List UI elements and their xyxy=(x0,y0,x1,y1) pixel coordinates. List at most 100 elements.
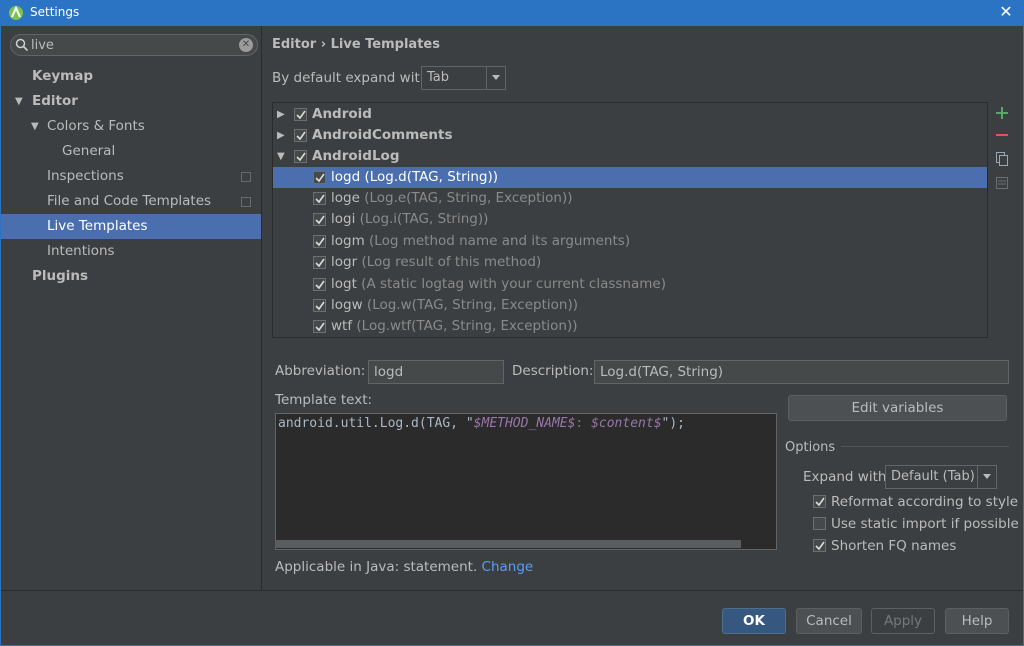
expand-arrow-icon[interactable]: ▼ xyxy=(277,146,285,167)
template-desc: (A static logtag with your current class… xyxy=(361,276,666,292)
abbreviation-field[interactable]: logd xyxy=(368,360,504,384)
editor-scrollbar[interactable] xyxy=(275,540,741,548)
template-name: loge xyxy=(331,190,360,206)
template-item-logr[interactable]: logr (Log result of this method) xyxy=(273,252,987,273)
sidebar-item-live-templates[interactable]: Live Templates xyxy=(1,214,261,239)
template-code: android.util.Log.d(TAG, " xyxy=(278,416,474,431)
template-text-editor[interactable]: android.util.Log.d(TAG, "$METHOD_NAME$: … xyxy=(275,413,777,550)
chevron-down-icon[interactable] xyxy=(486,67,505,89)
cancel-button[interactable]: Cancel xyxy=(796,608,862,634)
reformat-checkbox[interactable] xyxy=(813,495,826,508)
expand-default-value: Tab xyxy=(427,70,450,85)
sidebar-item-label: File and Code Templates xyxy=(47,193,212,209)
static-import-label: Use static import if possible xyxy=(831,516,1019,532)
template-checkbox[interactable] xyxy=(313,299,326,312)
template-item-logw[interactable]: logw (Log.w(TAG, String, Exception)) xyxy=(273,295,987,316)
sidebar-item-label: Intentions xyxy=(47,243,115,259)
help-button[interactable]: Help xyxy=(945,608,1009,634)
options-divider xyxy=(841,446,1009,447)
template-name: Android xyxy=(312,106,372,122)
template-checkbox[interactable] xyxy=(294,150,307,163)
template-group-androidcomments[interactable]: ▶ AndroidComments xyxy=(273,125,987,146)
template-checkbox[interactable] xyxy=(313,256,326,269)
clear-search-icon[interactable]: ✕ xyxy=(239,38,253,52)
expand-arrow-icon[interactable]: ▶ xyxy=(277,125,285,146)
ok-button[interactable]: OK xyxy=(722,608,786,634)
template-checkbox[interactable] xyxy=(313,171,326,184)
options-title: Options xyxy=(785,440,836,455)
apply-button[interactable]: Apply xyxy=(871,608,935,634)
search-icon xyxy=(15,38,29,52)
close-icon[interactable]: ✕ xyxy=(996,2,1016,22)
sidebar-item-label: General xyxy=(62,143,116,159)
template-checkbox[interactable] xyxy=(313,320,326,333)
expand-arrow-icon[interactable]: ▼ xyxy=(31,114,39,139)
reformat-label: Reformat according to style xyxy=(831,494,1019,510)
template-item-logt[interactable]: logt (A static logtag with your current … xyxy=(273,274,987,295)
template-name: logw xyxy=(331,297,363,313)
template-desc: (Log.d(TAG, String)) xyxy=(364,169,499,185)
sidebar-item-file-code-templates[interactable]: File and Code Templates xyxy=(1,189,261,214)
sidebar-item-colors-fonts[interactable]: ▼ Colors & Fonts xyxy=(1,114,261,139)
change-context-link[interactable]: Change xyxy=(482,559,534,575)
applicable-context: Applicable in Java: statement. Change xyxy=(275,559,533,575)
search-input[interactable] xyxy=(31,36,231,54)
template-desc: (Log.e(TAG, String, Exception)) xyxy=(364,190,573,206)
sidebar-item-intentions[interactable]: Intentions xyxy=(1,239,261,264)
settings-sidebar: ✕ Keymap ▼ Editor ▼ Colors & Fonts Gener… xyxy=(1,26,262,590)
search-box: ✕ xyxy=(10,34,258,56)
template-item-logd[interactable]: logd (Log.d(TAG, String)) xyxy=(273,167,987,188)
sidebar-item-general[interactable]: General xyxy=(1,139,261,164)
description-label: Description: xyxy=(512,363,594,379)
title-bar: Settings ✕ xyxy=(0,0,1024,26)
template-item-logi[interactable]: logi (Log.i(TAG, String)) xyxy=(273,209,987,230)
shorten-fq-checkbox[interactable] xyxy=(813,539,826,552)
add-icon[interactable] xyxy=(991,102,1013,124)
expand-default-select[interactable]: Tab xyxy=(421,66,506,90)
applicable-text: Applicable in Java: statement. xyxy=(275,559,478,575)
expand-arrow-icon[interactable]: ▶ xyxy=(277,104,285,125)
sidebar-item-inspections[interactable]: Inspections xyxy=(1,164,261,189)
breadcrumb: Editor › Live Templates xyxy=(272,37,440,52)
static-import-checkbox[interactable] xyxy=(813,517,826,530)
template-group-androidlog[interactable]: ▼ AndroidLog xyxy=(273,146,987,167)
template-checkbox[interactable] xyxy=(313,235,326,248)
template-name: logr xyxy=(331,254,358,270)
template-variable: $METHOD_NAME$ xyxy=(473,416,576,431)
template-desc: (Log method name and its arguments) xyxy=(369,233,631,249)
template-desc: (Log.wtf(TAG, String, Exception)) xyxy=(356,318,578,334)
options-expand-select[interactable]: Default (Tab) xyxy=(885,465,997,489)
sidebar-item-label: Colors & Fonts xyxy=(47,118,145,134)
template-checkbox[interactable] xyxy=(294,129,307,142)
template-item-loge[interactable]: loge (Log.e(TAG, String, Exception)) xyxy=(273,188,987,209)
window-title: Settings xyxy=(30,5,80,19)
description-field[interactable]: Log.d(TAG, String) xyxy=(594,360,1009,384)
remove-icon[interactable] xyxy=(991,124,1013,146)
copy-icon[interactable] xyxy=(991,148,1013,170)
template-group-android[interactable]: ▶ Android xyxy=(273,104,987,125)
template-name: logd xyxy=(331,169,361,185)
chevron-down-icon[interactable] xyxy=(977,466,996,488)
template-item-logm[interactable]: logm (Log method name and its arguments) xyxy=(273,231,987,252)
template-checkbox[interactable] xyxy=(313,278,326,291)
template-name: logi xyxy=(331,211,356,227)
template-name: AndroidComments xyxy=(312,127,453,143)
expand-arrow-icon[interactable]: ▼ xyxy=(15,89,23,114)
sidebar-item-label: Editor xyxy=(32,93,78,109)
templates-list[interactable]: ▶ Android ▶ AndroidComments ▼ AndroidLog… xyxy=(272,102,988,338)
sidebar-item-editor[interactable]: ▼ Editor xyxy=(1,89,261,114)
template-item-wtf[interactable]: wtf (Log.wtf(TAG, String, Exception)) xyxy=(273,316,987,337)
template-checkbox[interactable] xyxy=(313,213,326,226)
template-checkbox[interactable] xyxy=(294,108,307,121)
sidebar-item-label: Inspections xyxy=(47,168,124,184)
template-desc: (Log.i(TAG, String)) xyxy=(359,211,489,227)
sidebar-item-plugins[interactable]: Plugins xyxy=(1,264,261,289)
expand-default-label: By default expand with xyxy=(272,70,429,86)
template-checkbox[interactable] xyxy=(313,192,326,205)
footer-divider xyxy=(1,590,1023,591)
project-settings-icon xyxy=(241,197,251,207)
sidebar-item-keymap[interactable]: Keymap xyxy=(1,64,261,89)
restore-icon[interactable] xyxy=(991,172,1013,194)
project-settings-icon xyxy=(241,172,251,182)
edit-variables-button[interactable]: Edit variables xyxy=(788,395,1007,421)
